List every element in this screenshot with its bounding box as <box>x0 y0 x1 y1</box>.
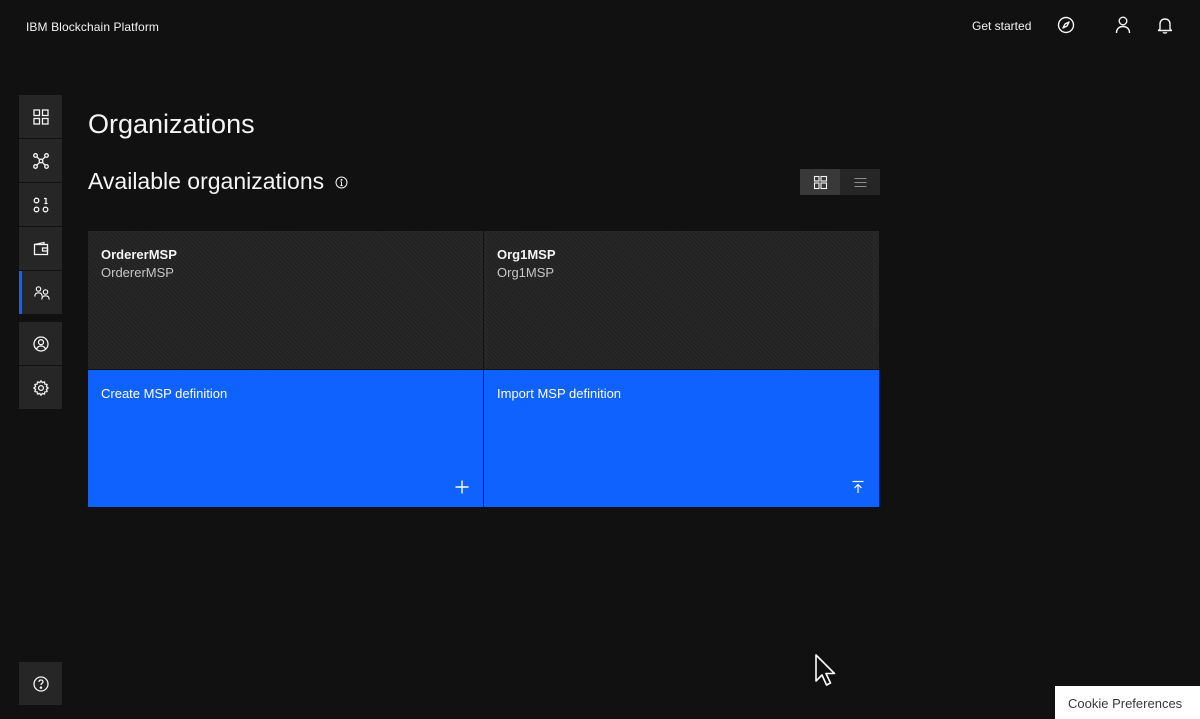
smart-contracts-icon <box>33 197 48 212</box>
user-avatar-icon <box>32 335 49 352</box>
org-tile-orderermsp[interactable]: OrdererMSP OrdererMSP <box>88 231 483 369</box>
nav-item-channels[interactable] <box>19 139 62 182</box>
user-icon[interactable] <box>1113 15 1133 35</box>
import-msp-label: Import MSP definition <box>497 386 622 401</box>
get-started-link[interactable]: Get started <box>972 19 1031 33</box>
list-view-icon <box>854 177 866 187</box>
org-tile-subtitle: OrdererMSP <box>101 265 174 280</box>
create-msp-definition-tile[interactable]: Create MSP definition <box>88 370 483 507</box>
nav-item-settings[interactable] <box>19 366 62 409</box>
help-button[interactable] <box>19 662 62 705</box>
tile-view-button[interactable] <box>800 169 840 195</box>
add-icon <box>454 479 470 495</box>
network-icon <box>32 152 49 169</box>
top-header: IBM Blockchain Platform Get started <box>0 0 1200 54</box>
nav-item-organizations[interactable] <box>19 271 62 314</box>
cookie-preferences-button[interactable]: Cookie Preferences <box>1055 686 1200 719</box>
help-icon <box>32 675 49 692</box>
notification-icon[interactable] <box>1155 15 1175 35</box>
nav-item-users[interactable] <box>19 322 62 365</box>
org-tile-title: OrdererMSP <box>101 247 177 262</box>
organizations-icon <box>34 285 50 300</box>
org-tile-title: Org1MSP <box>497 247 556 262</box>
tile-divider <box>483 231 484 507</box>
info-icon[interactable] <box>335 176 348 189</box>
import-msp-definition-tile[interactable]: Import MSP definition <box>484 370 879 507</box>
list-view-button[interactable] <box>840 169 880 195</box>
section-title: Available organizations <box>88 168 325 194</box>
tile-view-icon <box>813 175 827 189</box>
create-msp-label: Create MSP definition <box>101 386 228 401</box>
wallet-icon <box>33 241 48 255</box>
settings-icon <box>32 379 49 396</box>
org-tile-subtitle: Org1MSP <box>497 265 555 280</box>
nav-item-nodes[interactable] <box>19 95 62 138</box>
compass-icon[interactable] <box>1056 15 1076 35</box>
mouse-cursor-icon <box>814 654 838 688</box>
dashboard-grid-icon <box>32 108 49 125</box>
nav-item-smart-contracts[interactable] <box>19 183 62 226</box>
page-title: Organizations <box>88 109 255 139</box>
view-toggle <box>800 169 880 195</box>
brand-name[interactable]: IBM Blockchain Platform <box>26 20 159 34</box>
upload-icon <box>850 479 866 495</box>
org-tile-org1msp[interactable]: Org1MSP Org1MSP <box>484 231 879 369</box>
nav-item-wallet[interactable] <box>19 227 62 270</box>
